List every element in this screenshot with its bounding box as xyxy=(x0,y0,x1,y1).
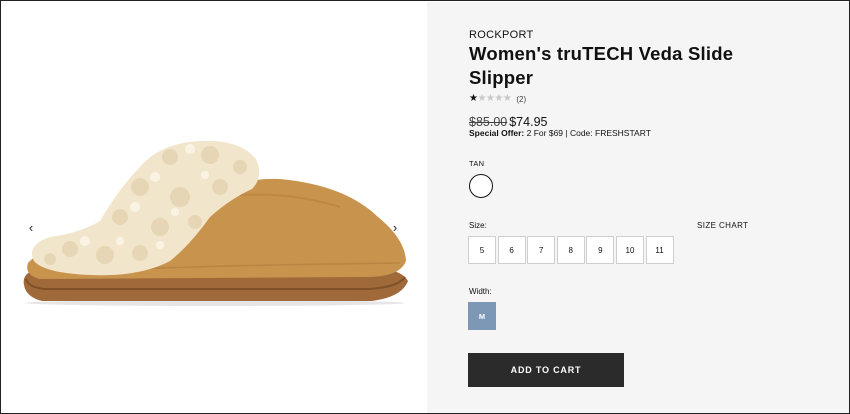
size-option[interactable]: 11 xyxy=(645,236,674,264)
sale-price: $74.95 xyxy=(509,115,548,129)
size-option[interactable]: 9 xyxy=(586,236,615,264)
special-offer: Special Offer: 2 For $69 | Code: FRESHST… xyxy=(469,128,651,138)
size-option[interactable]: 10 xyxy=(615,236,644,264)
size-label: Size: xyxy=(469,221,487,230)
special-offer-label: Special Offer: xyxy=(469,128,525,138)
review-count[interactable]: (2) xyxy=(516,95,526,104)
original-price: $85.00 xyxy=(469,115,508,129)
size-chart-link[interactable]: SIZE CHART xyxy=(697,221,748,230)
product-info-panel: ROCKPORT Women's truTECH Veda Slide Slip… xyxy=(427,2,849,413)
price-block: $85.00 $74.95 xyxy=(469,115,547,129)
star-rating-icon: ★★★★★ xyxy=(469,93,512,104)
next-image-arrow-icon[interactable]: › xyxy=(388,220,402,236)
star-empty-icon: ★★★★ xyxy=(477,93,512,104)
color-swatch-tan[interactable] xyxy=(469,174,493,198)
brand-name[interactable]: ROCKPORT xyxy=(469,29,534,41)
add-to-cart-button[interactable]: ADD TO CART xyxy=(468,353,624,387)
size-option[interactable]: 5 xyxy=(468,236,496,264)
color-name: TAN xyxy=(469,159,485,168)
width-label: Width: xyxy=(469,287,492,296)
product-image xyxy=(23,140,409,306)
product-page: ‹ › ROCKPORT Women's truTECH Veda Slide … xyxy=(0,0,850,414)
product-rating[interactable]: ★★★★★ (2) xyxy=(469,94,526,104)
size-selector: 5 6 7 8 9 10 11 xyxy=(468,236,675,264)
product-gallery: ‹ › xyxy=(2,2,427,413)
width-option-selected[interactable]: M xyxy=(468,302,496,330)
special-offer-text: 2 For $69 | Code: FRESHSTART xyxy=(524,128,651,138)
size-option[interactable]: 6 xyxy=(497,236,526,264)
size-option[interactable]: 8 xyxy=(556,236,585,264)
size-option[interactable]: 7 xyxy=(527,236,556,264)
product-title: Women's truTECH Veda Slide Slipper xyxy=(469,43,734,88)
